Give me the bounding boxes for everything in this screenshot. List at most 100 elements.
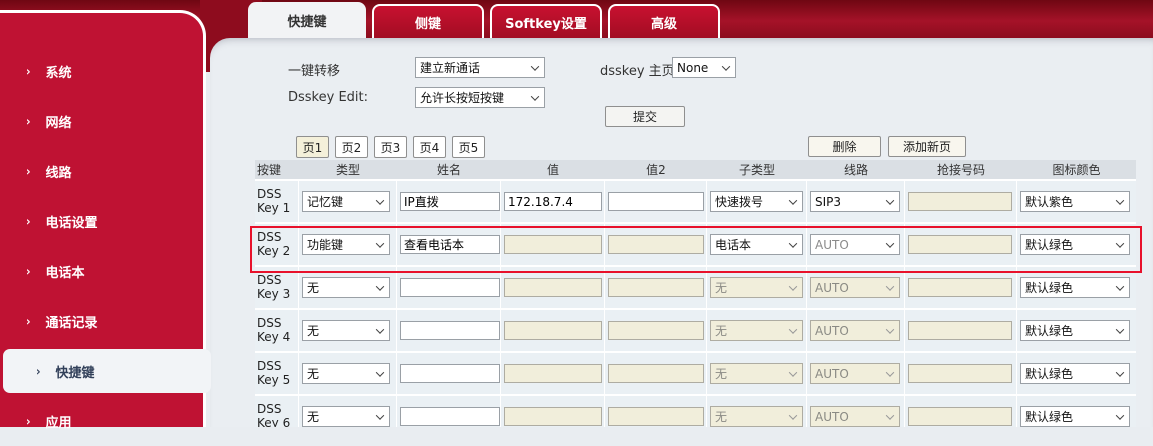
chevron-down-icon [1116, 282, 1124, 290]
table-row: DSS Key 3 无 无 AUTO 默认绿色 [255, 267, 1136, 310]
dsskey-home-label: dsskey 主页: [600, 60, 679, 79]
sidebar-item-label: 应用 [46, 412, 72, 431]
column-header-3: 值 [501, 160, 605, 181]
sidebar-item-7[interactable]: › 应用 [0, 396, 203, 446]
sidebar-item-5[interactable]: ›通话记录 [0, 296, 203, 346]
chevron-down-icon [886, 411, 894, 419]
value-input [504, 321, 602, 340]
chevron-right-icon: › [36, 364, 41, 378]
one-key-transfer-label: 一键转移 [288, 60, 340, 79]
line-select[interactable]: SIP3 [810, 191, 900, 212]
line-select[interactable]: AUTO [810, 234, 900, 255]
sidebar-items: ›系统›网络›线路›电话设置›电话本›通话记录›快捷键›应用 [0, 13, 203, 446]
chevron-down-icon [789, 325, 797, 333]
type-select[interactable]: 记忆键 [302, 191, 390, 212]
name-input[interactable] [400, 235, 500, 254]
pickup-number-input [908, 192, 1012, 211]
name-input[interactable] [400, 278, 500, 297]
name-input[interactable] [400, 192, 500, 211]
chevron-down-icon [886, 325, 894, 333]
submit-button[interactable]: 提交 [605, 106, 685, 127]
value2-input[interactable] [608, 192, 704, 211]
value2-input [608, 407, 704, 426]
dss-key-label: DSS Key 4 [255, 310, 299, 353]
chevron-down-icon [531, 92, 539, 100]
page-button-2[interactable]: 页2 [335, 136, 368, 158]
table-row: DSS Key 4 无 无 AUTO 默认绿色 [255, 310, 1136, 353]
name-input[interactable] [400, 321, 500, 340]
column-header-0: 按键 [255, 160, 299, 181]
value-input [504, 235, 602, 254]
chevron-down-icon [789, 196, 797, 204]
sidebar-item-3[interactable]: › 电话设置 [0, 196, 203, 246]
dsskey-edit-select[interactable]: 允许长按短按键 [415, 87, 545, 108]
name-input[interactable] [400, 364, 500, 383]
value2-input [608, 278, 704, 297]
tab-3[interactable]: 高级 [608, 4, 720, 38]
tab-2[interactable]: Softkey设置 [490, 4, 602, 38]
dss-key-label: DSS Key 2 [255, 224, 299, 267]
table-header-row: 按键类型姓名值值2子类型线路抢接号码图标颜色 [255, 160, 1136, 181]
subtype-select[interactable]: 快速拨号 [710, 191, 803, 212]
page-button-group: 页1 页2 页3 页4 页5 [296, 136, 485, 158]
type-select[interactable]: 无 [302, 277, 390, 298]
chevron-right-icon: › [26, 164, 31, 178]
name-input[interactable] [400, 407, 500, 426]
page-button-5[interactable]: 页5 [452, 136, 485, 158]
chevron-down-icon [789, 239, 797, 247]
dss-key-label: DSS Key 5 [255, 353, 299, 396]
sidebar-item-4[interactable]: ›电话本 [0, 246, 203, 296]
sidebar-item-0[interactable]: ›系统 [0, 46, 203, 96]
tab-1[interactable]: 侧键 [372, 4, 484, 38]
value-input [504, 407, 602, 426]
chevron-down-icon [376, 196, 384, 204]
page-button-1[interactable]: 页1 [296, 136, 329, 158]
sidebar-item-label: 网络 [46, 112, 72, 131]
icon-color-select[interactable]: 默认绿色 [1020, 234, 1130, 255]
chevron-down-icon [376, 325, 384, 333]
page-button-3[interactable]: 页3 [374, 136, 407, 158]
icon-color-select[interactable]: 默认紫色 [1020, 191, 1130, 212]
type-select[interactable]: 无 [302, 406, 390, 427]
chevron-down-icon [1116, 196, 1124, 204]
sidebar-item-1[interactable]: › 网络 [0, 96, 203, 146]
type-select[interactable]: 功能键 [302, 234, 390, 255]
dsskey-home-value: None [677, 61, 708, 75]
chevron-right-icon: › [26, 214, 31, 228]
dsskey-table-wrap: 按键类型姓名值值2子类型线路抢接号码图标颜色 DSS Key 1 记忆键 快速拨… [255, 160, 1136, 427]
icon-color-select[interactable]: 默认绿色 [1020, 277, 1130, 298]
chevron-right-icon: › [26, 314, 31, 328]
delete-button[interactable]: 删除 [808, 136, 881, 157]
column-header-1: 类型 [299, 160, 397, 181]
sidebar-item-label: 快捷键 [56, 362, 95, 381]
column-header-7: 抢接号码 [905, 160, 1017, 181]
one-key-transfer-value: 建立新通话 [420, 59, 480, 76]
sidebar-item-2[interactable]: ›线路 [0, 146, 203, 196]
one-key-transfer-select[interactable]: 建立新通话 [415, 57, 545, 78]
type-select[interactable]: 无 [302, 320, 390, 341]
chevron-right-icon: › [26, 414, 31, 428]
sidebar-item-label: 电话设置 [46, 212, 98, 231]
dsskey-home-select[interactable]: None [672, 57, 736, 78]
subtype-select[interactable]: 电话本 [710, 234, 803, 255]
chevron-down-icon [886, 282, 894, 290]
page-button-4[interactable]: 页4 [413, 136, 446, 158]
icon-color-select[interactable]: 默认绿色 [1020, 320, 1130, 341]
line-select: AUTO [810, 406, 900, 427]
value-input[interactable] [504, 192, 602, 211]
chevron-right-icon: › [26, 114, 31, 128]
pickup-number-input [908, 278, 1012, 297]
table-row: DSS Key 5 无 无 AUTO 默认绿色 [255, 353, 1136, 396]
value2-input [608, 235, 704, 254]
chevron-down-icon [789, 282, 797, 290]
tab-0[interactable]: 快捷键 [248, 2, 366, 38]
icon-color-select[interactable]: 默认绿色 [1020, 406, 1130, 427]
line-select: AUTO [810, 320, 900, 341]
add-new-page-button[interactable]: 添加新页 [888, 136, 966, 157]
dss-key-label: DSS Key 1 [255, 181, 299, 224]
icon-color-select[interactable]: 默认绿色 [1020, 363, 1130, 384]
chevron-down-icon [376, 239, 384, 247]
type-select[interactable]: 无 [302, 363, 390, 384]
sidebar-item-6[interactable]: › 快捷键 [3, 349, 211, 393]
table-row: DSS Key 2 功能键 电话本 AUTO 默认绿色 [255, 224, 1136, 267]
